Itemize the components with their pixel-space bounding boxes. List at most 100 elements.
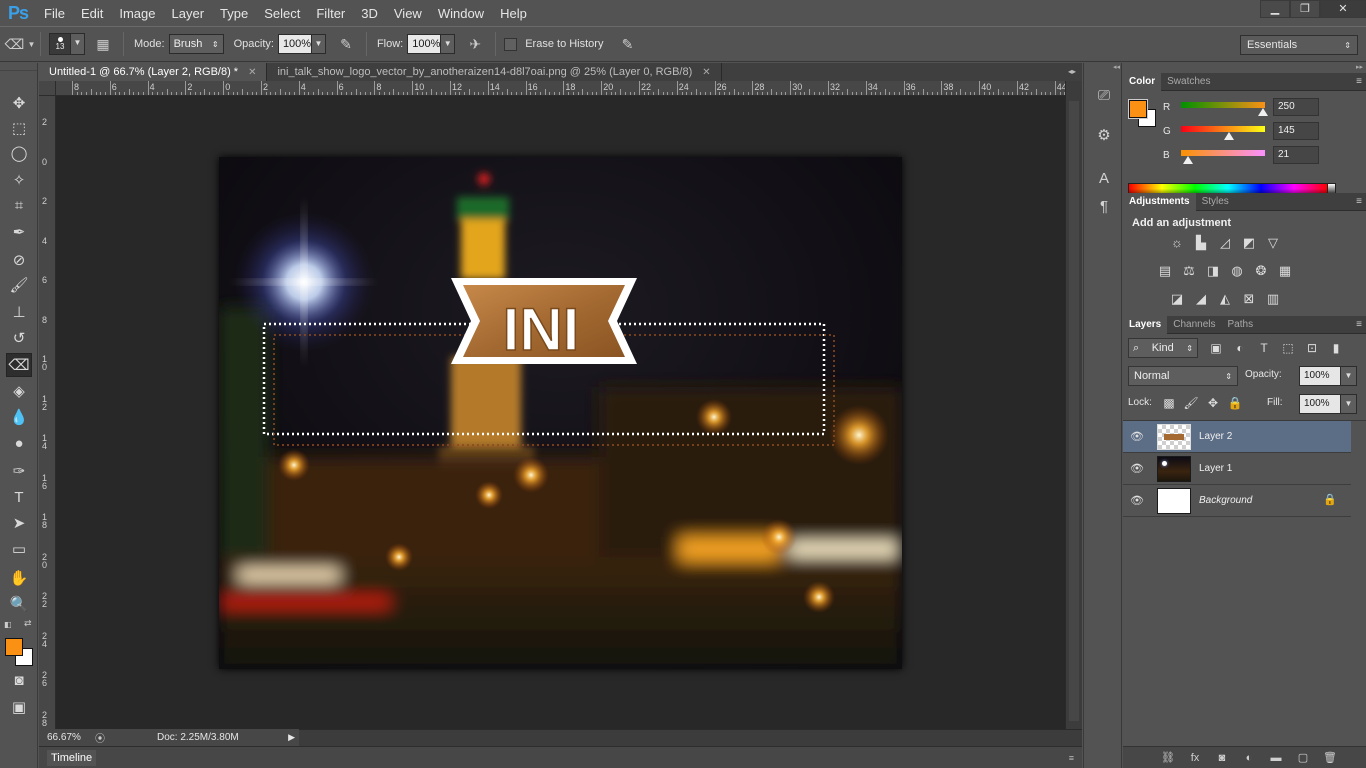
adjustment-filter-icon[interactable]: ◐: [1232, 340, 1248, 356]
smart-object-filter-icon[interactable]: ⊡: [1304, 340, 1320, 356]
panel-menu-icon[interactable]: ≡: [1356, 316, 1362, 334]
slider-thumb[interactable]: [1182, 156, 1193, 164]
menu-window[interactable]: Window: [430, 6, 492, 21]
screen-mode-toggle[interactable]: ▣: [6, 695, 32, 719]
zoom-level[interactable]: 66.67%: [39, 732, 91, 743]
menu-layer[interactable]: Layer: [164, 6, 213, 21]
menu-view[interactable]: View: [386, 6, 430, 21]
zoom-tool[interactable]: 🔍: [6, 592, 32, 616]
gradient-map-icon[interactable]: ▥: [1264, 291, 1282, 307]
foreground-color-chip[interactable]: [1128, 99, 1148, 119]
pressure-opacity-toggle[interactable]: ✎: [334, 33, 358, 55]
filter-toggle-icon[interactable]: ▮: [1328, 340, 1344, 356]
green-value-field[interactable]: 145: [1273, 122, 1319, 140]
horizontal-ruler[interactable]: 8 6 4 2 0 2 4 6 8 10 12 14 16 18 20 22 24 26 28 30 32 34 36 38 4…: [56, 81, 1065, 96]
eyedropper-tool[interactable]: ✒: [6, 220, 32, 244]
menu-select[interactable]: Select: [256, 6, 308, 21]
clone-stamp-tool[interactable]: ⊥: [6, 300, 32, 324]
share-icon[interactable]: ⦿: [95, 730, 105, 745]
foreground-color-swatch[interactable]: [5, 638, 23, 656]
panel-menu-icon[interactable]: ≡: [1356, 193, 1362, 211]
color-balance-icon[interactable]: ⚖: [1180, 263, 1198, 279]
flow-field[interactable]: 100%: [407, 34, 442, 54]
levels-icon[interactable]: ▙: [1192, 235, 1210, 251]
close-tab-icon[interactable]: ✕: [702, 67, 710, 78]
hue-saturation-icon[interactable]: ▤: [1156, 263, 1174, 279]
tab-paths[interactable]: Paths: [1222, 316, 1260, 334]
brush-preset-picker[interactable]: 13 ▼: [49, 33, 85, 55]
invert-icon[interactable]: ◪: [1168, 291, 1186, 307]
tab-swatches[interactable]: Swatches: [1161, 73, 1216, 91]
black-white-icon[interactable]: ◨: [1204, 263, 1222, 279]
exposure-icon[interactable]: ◩: [1240, 235, 1258, 251]
path-select-tool[interactable]: ➤: [6, 511, 32, 535]
layer-style-icon[interactable]: fx: [1186, 750, 1204, 766]
marquee-tool[interactable]: ⬚: [6, 116, 32, 140]
swap-colors-icon[interactable]: ⇄: [24, 618, 34, 628]
selective-color-icon[interactable]: ⊠: [1240, 291, 1258, 307]
new-group-icon[interactable]: ▬: [1267, 750, 1285, 766]
blur-tool[interactable]: 💧: [6, 405, 32, 429]
link-layers-icon[interactable]: ⛓: [1159, 750, 1177, 766]
lock-all-icon[interactable]: 🔒: [1227, 395, 1243, 411]
tab-adjustments[interactable]: Adjustments: [1123, 192, 1196, 211]
blue-slider[interactable]: B 21: [1163, 146, 1363, 168]
visibility-eye-icon[interactable]: 👁: [1129, 429, 1145, 445]
layer-fill-field[interactable]: 100%: [1299, 394, 1341, 414]
pen-tool[interactable]: ✑: [6, 459, 32, 483]
tab-styles[interactable]: Styles: [1196, 193, 1235, 211]
channel-mixer-icon[interactable]: ❂: [1252, 263, 1270, 279]
history-panel-button[interactable]: ⎚: [1093, 85, 1115, 107]
slider-track[interactable]: [1181, 150, 1265, 156]
brush-panel-toggle[interactable]: ▦: [91, 33, 115, 55]
hand-tool[interactable]: ✋: [6, 566, 32, 590]
lasso-tool[interactable]: ◯: [6, 141, 32, 165]
menu-image[interactable]: Image: [111, 6, 163, 21]
minimize-button[interactable]: ▁: [1260, 0, 1290, 18]
status-menu-arrow-icon[interactable]: ▶: [288, 732, 295, 743]
history-brush-tool[interactable]: ↺: [6, 326, 32, 350]
layer-row-layer-2[interactable]: 👁 Layer 2: [1123, 421, 1351, 453]
airbrush-toggle[interactable]: ✈: [463, 33, 487, 55]
blue-value-field[interactable]: 21: [1273, 146, 1319, 164]
toolbox-grip[interactable]: [0, 63, 37, 71]
menu-file[interactable]: File: [36, 6, 73, 21]
lock-position-icon[interactable]: ✥: [1205, 395, 1221, 411]
layer-name[interactable]: Layer 1: [1199, 463, 1232, 474]
tool-preset-picker[interactable]: ⌫ ▼: [5, 33, 36, 55]
slider-track[interactable]: [1181, 102, 1265, 108]
healing-brush-tool[interactable]: ⊘: [6, 248, 32, 272]
vibrance-icon[interactable]: ▽: [1264, 235, 1282, 251]
layer-row-layer-1[interactable]: 👁 Layer 1: [1123, 453, 1351, 485]
delete-layer-icon[interactable]: 🗑: [1321, 750, 1339, 766]
panel-menu-icon[interactable]: ≡: [1356, 73, 1362, 91]
restore-button[interactable]: ❐: [1290, 0, 1320, 18]
visibility-eye-icon[interactable]: 👁: [1129, 461, 1145, 477]
tab-overflow-icon[interactable]: ◂▸: [1052, 63, 1082, 81]
layer-opacity-dropdown[interactable]: ▼: [1341, 366, 1357, 386]
character-panel-button[interactable]: A: [1093, 168, 1115, 190]
opacity-field[interactable]: 100%: [277, 34, 312, 54]
panel-menu-icon[interactable]: ≡: [1069, 753, 1074, 763]
move-tool[interactable]: ✥: [6, 91, 32, 115]
paragraph-panel-button[interactable]: ¶: [1093, 196, 1115, 218]
crop-tool[interactable]: ⌗: [6, 193, 32, 217]
menu-type[interactable]: Type: [212, 6, 256, 21]
layer-row-background[interactable]: 👁 Background 🔒: [1123, 485, 1351, 517]
brush-tool[interactable]: 🖌: [6, 273, 32, 297]
flow-dropdown[interactable]: ▼: [441, 34, 456, 54]
dodge-tool[interactable]: ●: [6, 431, 32, 455]
lock-pixels-icon[interactable]: 🖌: [1183, 395, 1199, 411]
lock-transparency-icon[interactable]: ▩: [1161, 395, 1177, 411]
shape-filter-icon[interactable]: ⬚: [1280, 340, 1296, 356]
rectangle-tool[interactable]: ▭: [6, 537, 32, 561]
mode-select[interactable]: Brush ⇕: [168, 34, 224, 54]
new-adjustment-icon[interactable]: ◐: [1240, 750, 1258, 766]
menu-help[interactable]: Help: [492, 6, 535, 21]
color-lookup-icon[interactable]: ▦: [1276, 263, 1294, 279]
green-slider[interactable]: G 145: [1163, 122, 1363, 144]
workspace-switcher[interactable]: Essentials ⇕: [1240, 35, 1358, 55]
visibility-eye-icon[interactable]: 👁: [1129, 493, 1145, 509]
new-layer-icon[interactable]: ▢: [1294, 750, 1312, 766]
tab-layers[interactable]: Layers: [1123, 315, 1168, 334]
